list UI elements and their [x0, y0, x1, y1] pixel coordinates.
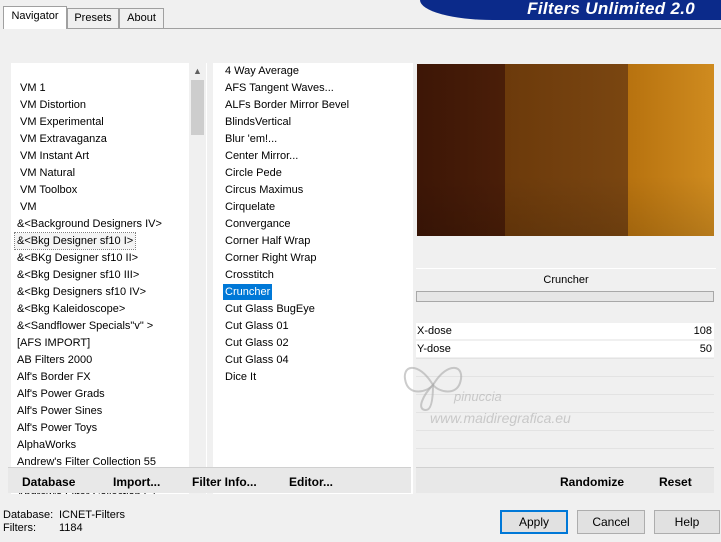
filter-name-label: Cruncher	[416, 268, 716, 290]
category-list-item[interactable]: VM 1	[18, 80, 48, 96]
category-list-item[interactable]: &<Bkg Kaleidoscope>	[15, 301, 127, 317]
filters-count-value: 1184	[59, 522, 83, 534]
param-value: 50	[699, 343, 712, 355]
title-banner: Filters Unlimited 2.0	[420, 0, 721, 20]
category-list-item[interactable]: Alf's Border FX	[15, 369, 93, 385]
filter-list-item[interactable]: Cirquelate	[223, 199, 277, 215]
category-list-item[interactable]: Alf's Power Sines	[15, 403, 104, 419]
import-button[interactable]: Import...	[113, 468, 160, 494]
category-list-item[interactable]: VM	[18, 199, 39, 215]
filter-list-item[interactable]: Dice It	[223, 369, 258, 385]
category-list-item[interactable]: VM Toolbox	[18, 182, 79, 198]
app-title: Filters Unlimited 2.0	[527, 0, 695, 18]
category-list-item[interactable]: Alf's Power Grads	[15, 386, 107, 402]
category-list-item[interactable]: &<Bkg Designer sf10 III>	[15, 267, 141, 283]
filter-list-item[interactable]: Corner Half Wrap	[223, 233, 312, 249]
filter-list-item[interactable]: Blur 'em!...	[223, 131, 279, 147]
category-list-item[interactable]: &<BKg Designer sf10 II>	[15, 250, 140, 266]
randomize-button[interactable]: Randomize	[560, 468, 624, 494]
category-list-item[interactable]: VM Extravaganza	[18, 131, 109, 147]
filter-list-item[interactable]: ALFs Border Mirror Bevel	[223, 97, 351, 113]
reset-button[interactable]: Reset	[659, 468, 692, 494]
cancel-button[interactable]: Cancel	[577, 510, 645, 534]
filter-list-item[interactable]: AFS Tangent Waves...	[223, 80, 336, 96]
category-list-item[interactable]: &<Bkg Designer sf10 I>	[13, 232, 137, 250]
parameter-action-bar: Randomize Reset	[416, 467, 714, 493]
tab-about[interactable]: About	[119, 8, 164, 28]
tab-navigator[interactable]: Navigator	[3, 6, 67, 29]
param-empty-row	[416, 448, 714, 449]
category-list-item[interactable]: &<Sandflower Specials"v" >	[15, 318, 155, 334]
category-list-item[interactable]: VM Instant Art	[18, 148, 91, 164]
category-list-item[interactable]: AlphaWorks	[15, 437, 78, 453]
category-list-item[interactable]: &<Background Designers IV>	[15, 216, 164, 232]
filter-list-item[interactable]: Corner Right Wrap	[223, 250, 319, 266]
param-x-dose[interactable]: X-dose 108	[416, 323, 714, 339]
param-label: X-dose	[417, 325, 452, 337]
param-empty-row	[416, 430, 714, 431]
scroll-up-arrow-icon[interactable]: ▲	[189, 63, 206, 80]
filter-list-item[interactable]: Cut Glass 01	[223, 318, 291, 334]
filter-list[interactable]: 4 Way Average AFS Tangent Waves... ALFs Bo…	[213, 63, 413, 494]
tab-presets[interactable]: Presets	[67, 8, 119, 28]
filter-list-item[interactable]: Circle Pede	[223, 165, 284, 181]
butterfly-watermark-icon	[403, 366, 463, 412]
category-list-item[interactable]: &<Bkg Designers sf10 IV>	[15, 284, 148, 300]
navigator-action-bar: Database Import... Filter Info... Editor…	[8, 467, 411, 493]
database-button[interactable]: Database	[22, 468, 75, 494]
filter-list-item[interactable]: 4 Way Average	[223, 63, 301, 79]
scrollbar-thumb[interactable]	[191, 80, 204, 135]
filters-count-label: Filters:	[3, 522, 36, 534]
category-list-item[interactable]: VM Experimental	[18, 114, 106, 130]
apply-button[interactable]: Apply	[500, 510, 568, 534]
watermark-site: www.maidiregrafica.eu	[430, 410, 571, 426]
category-list-item[interactable]: VM Natural	[18, 165, 77, 181]
filter-list-item[interactable]: Circus Maximus	[223, 182, 305, 198]
preview-shade	[417, 176, 714, 236]
filter-list-item[interactable]: Cut Glass 04	[223, 352, 291, 368]
category-scrollbar[interactable]: ▲ ▼	[189, 63, 206, 494]
filter-list-item[interactable]: Cut Glass 02	[223, 335, 291, 351]
category-list-item[interactable]: AB Filters 2000	[15, 352, 94, 368]
editor-button[interactable]: Editor...	[289, 468, 333, 494]
category-list[interactable]: VM 1 VM Distortion VM Experimental VM Extra…	[11, 63, 207, 494]
help-button[interactable]: Help	[654, 510, 720, 534]
filter-list-item[interactable]: Cut Glass BugEye	[223, 301, 317, 317]
watermark-name: pinuccia	[454, 389, 502, 404]
filter-list-item[interactable]: BlindsVertical	[223, 114, 293, 130]
category-list-item[interactable]: Alf's Power Toys	[15, 420, 99, 436]
filter-list-item[interactable]: Cruncher	[223, 284, 273, 300]
category-list-item[interactable]: [AFS IMPORT]	[15, 335, 92, 351]
filter-list-item[interactable]: Crosstitch	[223, 267, 276, 283]
parameter-divider-bar	[416, 291, 714, 302]
filter-info-button[interactable]: Filter Info...	[192, 468, 257, 494]
filter-preview	[417, 64, 714, 236]
category-list-item[interactable]: VM Distortion	[18, 97, 88, 113]
database-label: Database:	[3, 509, 54, 521]
database-value: ICNET-Filters	[59, 509, 125, 521]
param-value: 108	[693, 325, 712, 337]
filter-list-item[interactable]: Center Mirror...	[223, 148, 300, 164]
filter-list-item[interactable]: Convergance	[223, 216, 292, 232]
